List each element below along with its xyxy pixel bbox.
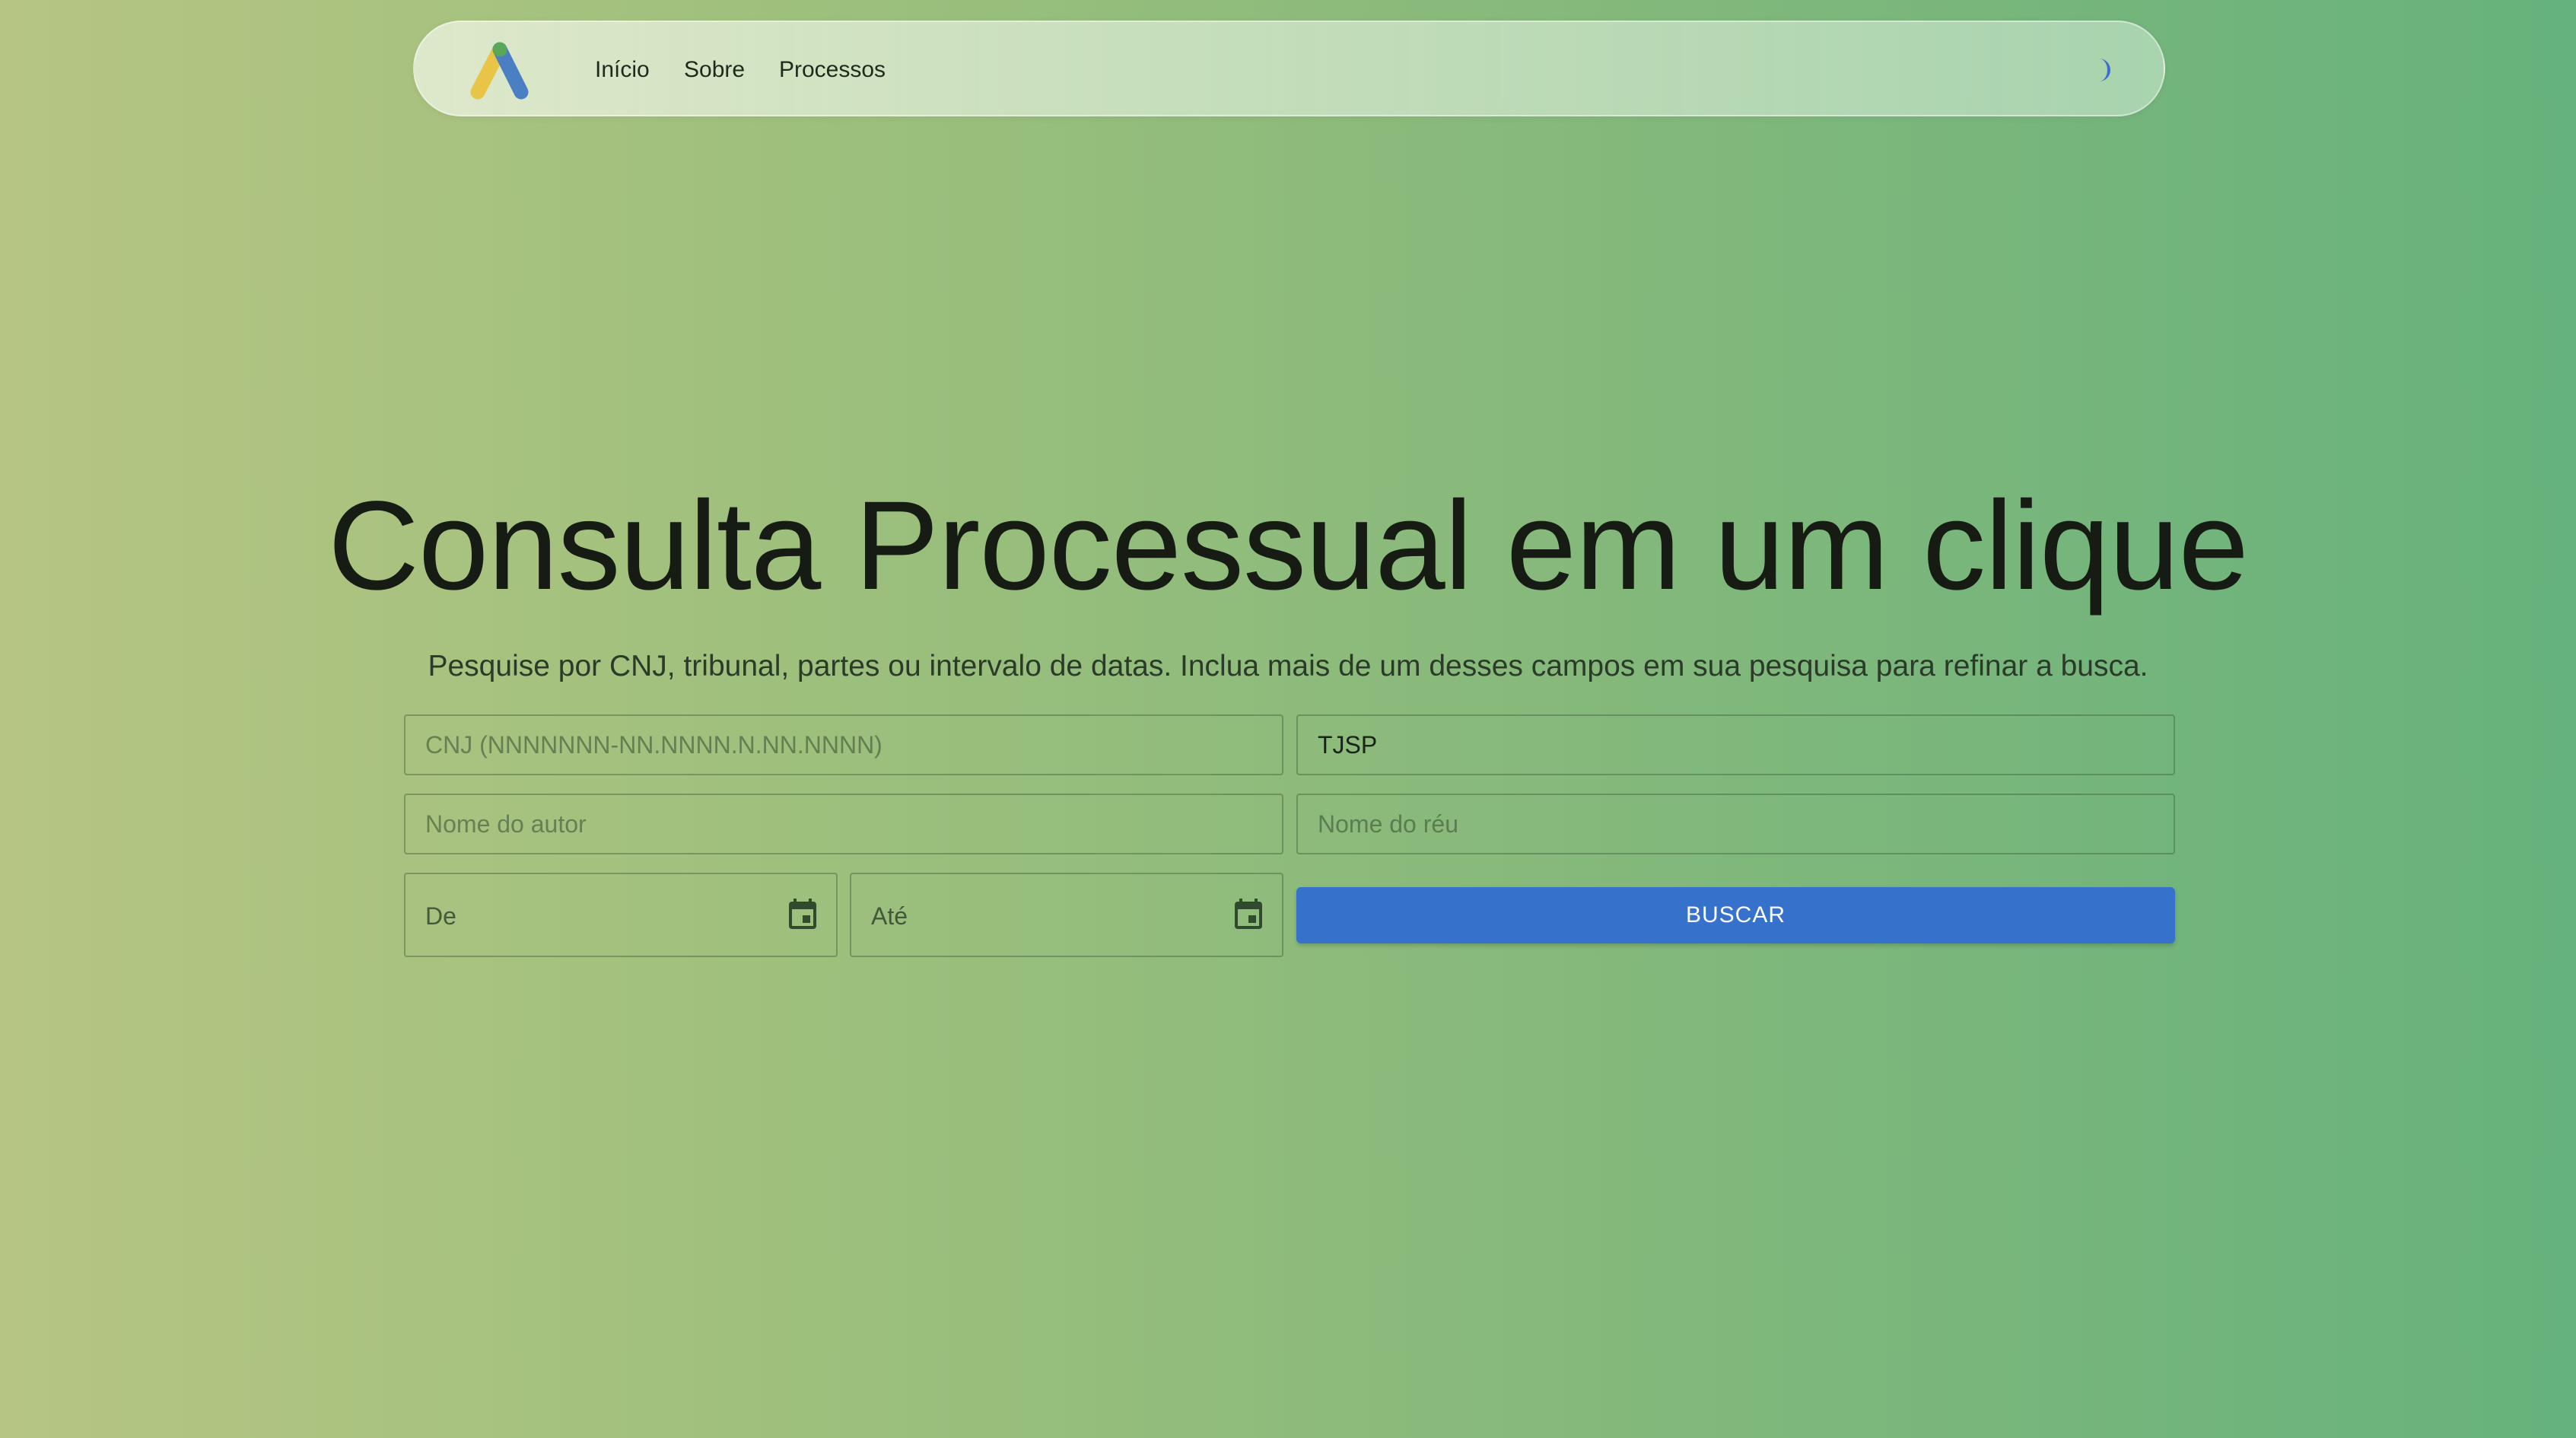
autor-input[interactable]: [404, 794, 1283, 854]
date-to-label: Até: [871, 902, 908, 930]
date-to-field[interactable]: Até: [850, 873, 1283, 957]
reu-input[interactable]: [1296, 794, 2175, 854]
date-from-label: De: [425, 902, 456, 930]
page-subtitle: Pesquise por CNJ, tribunal, partes ou in…: [428, 650, 2148, 682]
calendar-icon[interactable]: [1230, 897, 1267, 934]
nav-link-sobre[interactable]: Sobre: [684, 56, 745, 84]
nav-link-inicio[interactable]: Início: [595, 56, 650, 84]
calendar-icon[interactable]: [784, 897, 821, 934]
cnj-input[interactable]: [404, 714, 1283, 775]
search-button[interactable]: BUSCAR: [1296, 887, 2175, 943]
page-title: Consulta Processual em um clique: [328, 476, 2249, 616]
top-navbar: Início Sobre Processos: [413, 21, 2165, 116]
nav-link-processos[interactable]: Processos: [779, 56, 886, 84]
moon-icon[interactable]: [2090, 56, 2119, 84]
tribunal-input[interactable]: [1296, 714, 2175, 775]
date-from-field[interactable]: De: [404, 873, 838, 957]
brand-logo-icon[interactable]: [466, 39, 533, 101]
